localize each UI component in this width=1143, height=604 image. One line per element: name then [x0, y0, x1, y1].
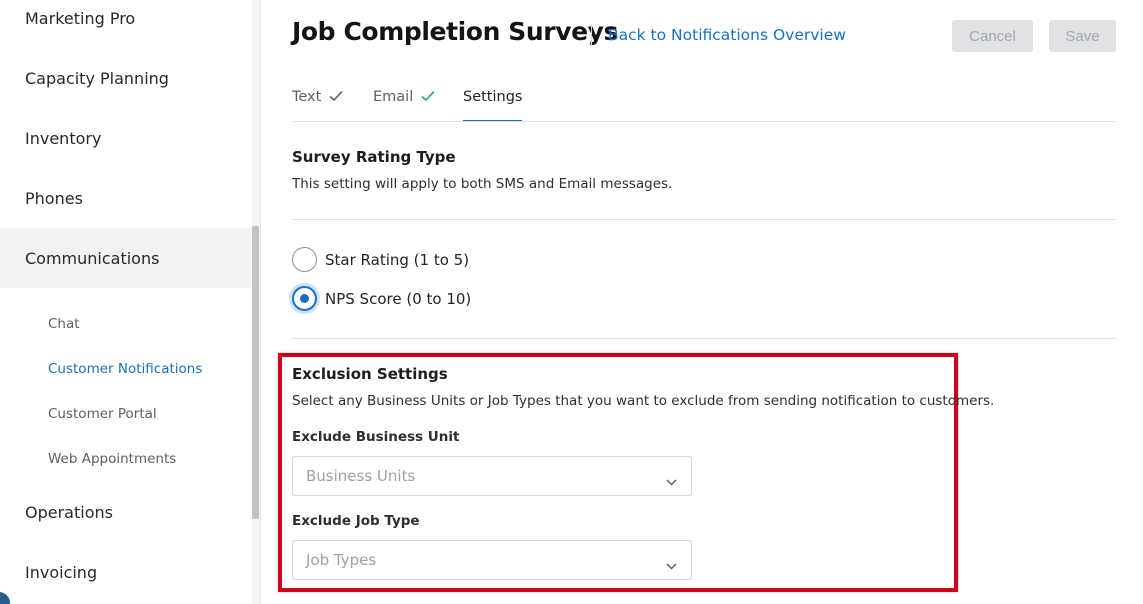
radio-button[interactable]: [292, 247, 317, 272]
tab-label: Text: [292, 89, 322, 105]
sidebar-item-phones[interactable]: Phones: [0, 168, 252, 228]
check-icon: [421, 90, 435, 106]
sidebar-subitem-label: Chat: [48, 315, 80, 332]
chevron-down-icon: [666, 471, 677, 490]
sidebar-item-label: Invoicing: [25, 562, 98, 582]
tab-label: Settings: [463, 89, 523, 105]
section-divider: [292, 338, 1116, 339]
sidebar-item-invoicing[interactable]: Invoicing: [0, 542, 252, 602]
title-separator: [591, 25, 592, 47]
radio-button-selected[interactable]: [292, 286, 317, 311]
sidebar-item-marketing-pro[interactable]: Marketing Pro: [0, 0, 252, 48]
chevron-down-icon: [666, 555, 677, 574]
radio-label: Star Rating (1 to 5): [325, 250, 470, 269]
sidebar-scrollbar-thumb[interactable]: [252, 226, 259, 519]
sidebar-subitem-label: Customer Portal: [48, 405, 157, 422]
page-title: Job Completion Surveys: [292, 17, 619, 46]
tab-text[interactable]: Text: [292, 80, 343, 122]
tabs-divider: [292, 121, 1116, 122]
sidebar-item-operations[interactable]: Operations: [0, 482, 252, 542]
radio-nps-score[interactable]: NPS Score (0 to 10): [292, 286, 471, 311]
radio-dot: [300, 294, 309, 303]
survey-rating-heading: Survey Rating Type: [292, 148, 456, 166]
cancel-button[interactable]: Cancel: [952, 20, 1033, 52]
sidebar-item-label: Operations: [25, 502, 113, 522]
job-type-placeholder: Job Types: [306, 551, 377, 569]
sidebar-item-label: Phones: [25, 188, 83, 208]
exclusion-heading: Exclusion Settings: [292, 365, 448, 383]
business-unit-label: Exclude Business Unit: [292, 429, 460, 445]
tab-label: Email: [373, 89, 414, 105]
sidebar-subitem-label: Web Appointments: [48, 450, 177, 467]
radio-label: NPS Score (0 to 10): [325, 289, 472, 308]
sidebar-item-inventory[interactable]: Inventory: [0, 108, 252, 168]
sidebar-subitem-customer-portal[interactable]: Customer Portal: [0, 391, 252, 436]
job-type-label: Exclude Job Type: [292, 513, 420, 529]
tab-settings[interactable]: Settings: [463, 80, 523, 122]
business-unit-placeholder: Business Units: [306, 467, 416, 485]
survey-rating-description: This setting will apply to both SMS and …: [292, 176, 673, 192]
sidebar-item-label: Inventory: [25, 128, 102, 148]
sidebar-item-label: Marketing Pro: [25, 8, 136, 28]
sidebar: Marketing Pro Capacity Planning Inventor…: [0, 0, 252, 604]
check-icon: [329, 90, 343, 106]
job-type-select[interactable]: Job Types: [292, 540, 692, 580]
sidebar-subitem-customer-notifications[interactable]: Customer Notifications: [0, 346, 252, 391]
business-unit-select[interactable]: Business Units: [292, 456, 692, 496]
save-button[interactable]: Save: [1049, 20, 1116, 52]
sidebar-item-communications[interactable]: Communications: [0, 228, 252, 288]
exclusion-description: Select any Business Units or Job Types t…: [292, 393, 995, 409]
sidebar-subitem-chat[interactable]: Chat: [0, 301, 252, 346]
section-divider: [292, 219, 1116, 220]
sidebar-subitem-web-appointments[interactable]: Web Appointments: [0, 436, 252, 481]
back-to-overview-link[interactable]: Back to Notifications Overview: [608, 26, 846, 44]
sidebar-item-label: Capacity Planning: [25, 68, 169, 88]
sidebar-subitem-label: Customer Notifications: [48, 360, 203, 377]
tab-email[interactable]: Email: [373, 80, 435, 122]
sidebar-item-capacity-planning[interactable]: Capacity Planning: [0, 48, 252, 108]
sidebar-divider: [260, 0, 261, 604]
radio-star-rating[interactable]: Star Rating (1 to 5): [292, 247, 469, 272]
sidebar-item-label: Communications: [25, 248, 160, 268]
